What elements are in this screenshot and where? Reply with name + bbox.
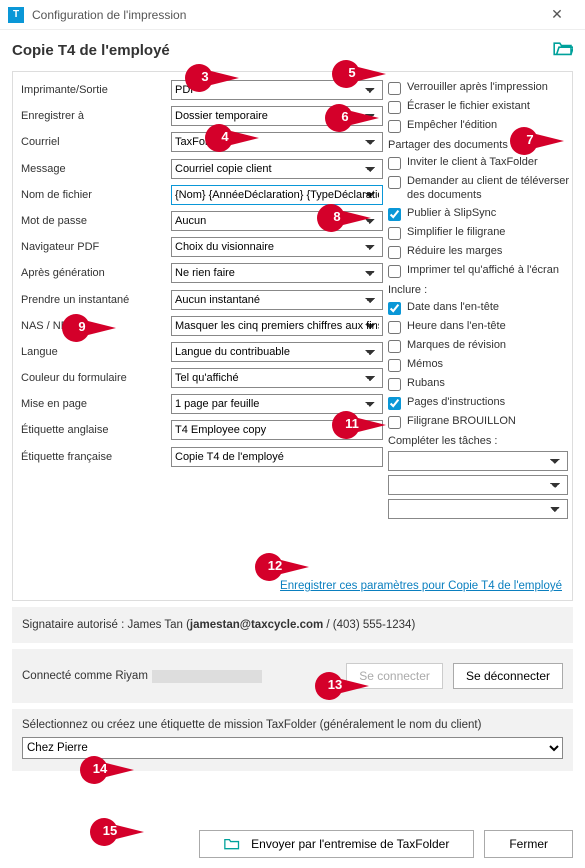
signer-suffix: / (403) 555-1234) xyxy=(323,619,415,631)
include-heading: Inclure : xyxy=(388,284,573,296)
connected-as-label: Connecté comme Riyam xyxy=(22,670,148,682)
time-header-checkbox[interactable] xyxy=(388,321,401,334)
label-form-color: Couleur du formulaire xyxy=(21,372,171,384)
ask-upload-label: Demander au client de téléverser des doc… xyxy=(407,174,573,202)
label-fr: Étiquette française xyxy=(21,451,171,463)
logout-button[interactable]: Se déconnecter xyxy=(453,663,563,689)
connected-name-mask xyxy=(152,670,262,683)
date-header-checkbox[interactable] xyxy=(388,302,401,315)
printer-select[interactable]: PDF xyxy=(171,80,383,100)
memos-checkbox[interactable] xyxy=(388,359,401,372)
time-header-label: Heure dans l'en-tête xyxy=(407,319,506,333)
signer-email: jamestan@taxcycle.com xyxy=(190,619,323,631)
rev-marks-checkbox[interactable] xyxy=(388,340,401,353)
dialog-footer: Envoyer par l'entremise de TaxFolder Fer… xyxy=(12,830,573,858)
label-filename: Nom de fichier xyxy=(21,189,171,201)
label-printer: Imprimante/Sortie xyxy=(21,84,171,96)
simplify-wm-label: Simplifier le filigrane xyxy=(407,225,505,239)
label-fr-input[interactable] xyxy=(171,447,383,467)
publish-slipsync-label: Publier à SlipSync xyxy=(407,206,496,220)
overwrite-label: Écraser le fichier existant xyxy=(407,99,530,113)
title-bar: T Configuration de l'impression ✕ xyxy=(0,0,585,30)
label-email: Courriel xyxy=(21,136,171,148)
send-taxfolder-button[interactable]: Envoyer par l'entremise de TaxFolder xyxy=(199,830,475,858)
draft-wm-checkbox[interactable] xyxy=(388,416,401,429)
simplify-wm-checkbox[interactable] xyxy=(388,227,401,240)
label-snapshot: Prendre un instantané xyxy=(21,294,171,306)
after-gen-select[interactable]: Ne rien faire xyxy=(171,263,383,283)
ribbons-checkbox[interactable] xyxy=(388,378,401,391)
lock-after-checkbox[interactable] xyxy=(388,82,401,95)
instr-pages-checkbox[interactable] xyxy=(388,397,401,410)
publish-slipsync-checkbox[interactable] xyxy=(388,208,401,221)
send-button-label: Envoyer par l'entremise de TaxFolder xyxy=(251,837,449,851)
login-button[interactable]: Se connecter xyxy=(346,663,443,689)
label-pdf-viewer: Navigateur PDF xyxy=(21,241,171,253)
close-button[interactable]: Fermer xyxy=(484,830,573,858)
label-layout: Mise en page xyxy=(21,398,171,410)
print-settings-panel: Imprimante/SortiePDF Enregistrer àDossie… xyxy=(12,71,573,601)
message-select[interactable]: Courriel copie client xyxy=(171,159,383,179)
engagement-prompt: Sélectionnez ou créez une étiquette de m… xyxy=(22,719,563,731)
print-as-shown-checkbox[interactable] xyxy=(388,265,401,278)
instr-pages-label: Pages d'instructions xyxy=(407,395,505,409)
invite-client-label: Inviter le client à TaxFolder xyxy=(407,155,538,169)
email-select[interactable]: TaxFolder xyxy=(171,132,383,152)
label-en: Étiquette anglaise xyxy=(21,424,171,436)
sin-bn-select[interactable]: Masquer les cinq premiers chiffres aux f… xyxy=(171,316,383,336)
pdf-viewer-select[interactable]: Choix du visionnaire xyxy=(171,237,383,257)
prevent-edit-label: Empêcher l'édition xyxy=(407,118,497,132)
form-color-select[interactable]: Tel qu'affiché xyxy=(171,368,383,388)
invite-client-checkbox[interactable] xyxy=(388,157,401,170)
connection-panel: Connecté comme Riyam Se connecter Se déc… xyxy=(12,649,573,703)
engagement-select[interactable]: Chez Pierre xyxy=(22,737,563,759)
rev-marks-label: Marques de révision xyxy=(407,338,506,352)
reduce-margins-checkbox[interactable] xyxy=(388,246,401,259)
task-select-2[interactable] xyxy=(388,475,568,495)
signer-prefix: Signataire autorisé : James Tan ( xyxy=(22,619,190,631)
save-settings-link[interactable]: Enregistrer ces paramètres pour Copie T4… xyxy=(280,580,562,592)
lock-after-label: Verrouiller après l'impression xyxy=(407,80,548,94)
engagement-panel: Sélectionnez ou créez une étiquette de m… xyxy=(12,709,573,771)
app-icon: T xyxy=(8,7,24,23)
share-docs-heading: Partager des documents xyxy=(388,139,573,151)
label-message: Message xyxy=(21,163,171,175)
ribbons-label: Rubans xyxy=(407,376,445,390)
memos-label: Mémos xyxy=(407,357,443,371)
overwrite-checkbox[interactable] xyxy=(388,101,401,114)
page-title: Copie T4 de l'employé xyxy=(12,42,553,59)
snapshot-select[interactable]: Aucun instantané xyxy=(171,290,383,310)
complete-tasks-heading: Compléter les tâches : xyxy=(388,435,573,447)
filename-select[interactable]: {Nom} {AnnéeDéclaration} {TypeDéclaratio… xyxy=(171,185,383,205)
folder-open-icon[interactable] xyxy=(553,40,573,61)
task-select-1[interactable] xyxy=(388,451,568,471)
folder-send-icon xyxy=(224,837,243,851)
date-header-label: Date dans l'en-tête xyxy=(407,300,499,314)
draft-wm-label: Filigrane BROUILLON xyxy=(407,414,516,428)
close-window-button[interactable]: ✕ xyxy=(537,1,577,29)
label-password: Mot de passe xyxy=(21,215,171,227)
label-language: Langue xyxy=(21,346,171,358)
prevent-edit-checkbox[interactable] xyxy=(388,120,401,133)
label-en-input[interactable] xyxy=(171,420,383,440)
page-header: Copie T4 de l'employé xyxy=(0,30,585,67)
layout-select[interactable]: 1 page par feuille xyxy=(171,394,383,414)
authorized-signer-panel: Signataire autorisé : James Tan (jamesta… xyxy=(12,607,573,643)
label-sin-bn: NAS / NE xyxy=(21,320,171,332)
window-title: Configuration de l'impression xyxy=(32,8,537,22)
reduce-margins-label: Réduire les marges xyxy=(407,244,502,258)
ask-upload-checkbox[interactable] xyxy=(388,176,401,189)
label-save-to: Enregistrer à xyxy=(21,110,171,122)
save-to-select[interactable]: Dossier temporaire xyxy=(171,106,383,126)
password-select[interactable]: Aucun xyxy=(171,211,383,231)
print-as-shown-label: Imprimer tel qu'affiché à l'écran xyxy=(407,263,559,277)
task-select-3[interactable] xyxy=(388,499,568,519)
language-select[interactable]: Langue du contribuable xyxy=(171,342,383,362)
label-after-gen: Après génération xyxy=(21,267,171,279)
